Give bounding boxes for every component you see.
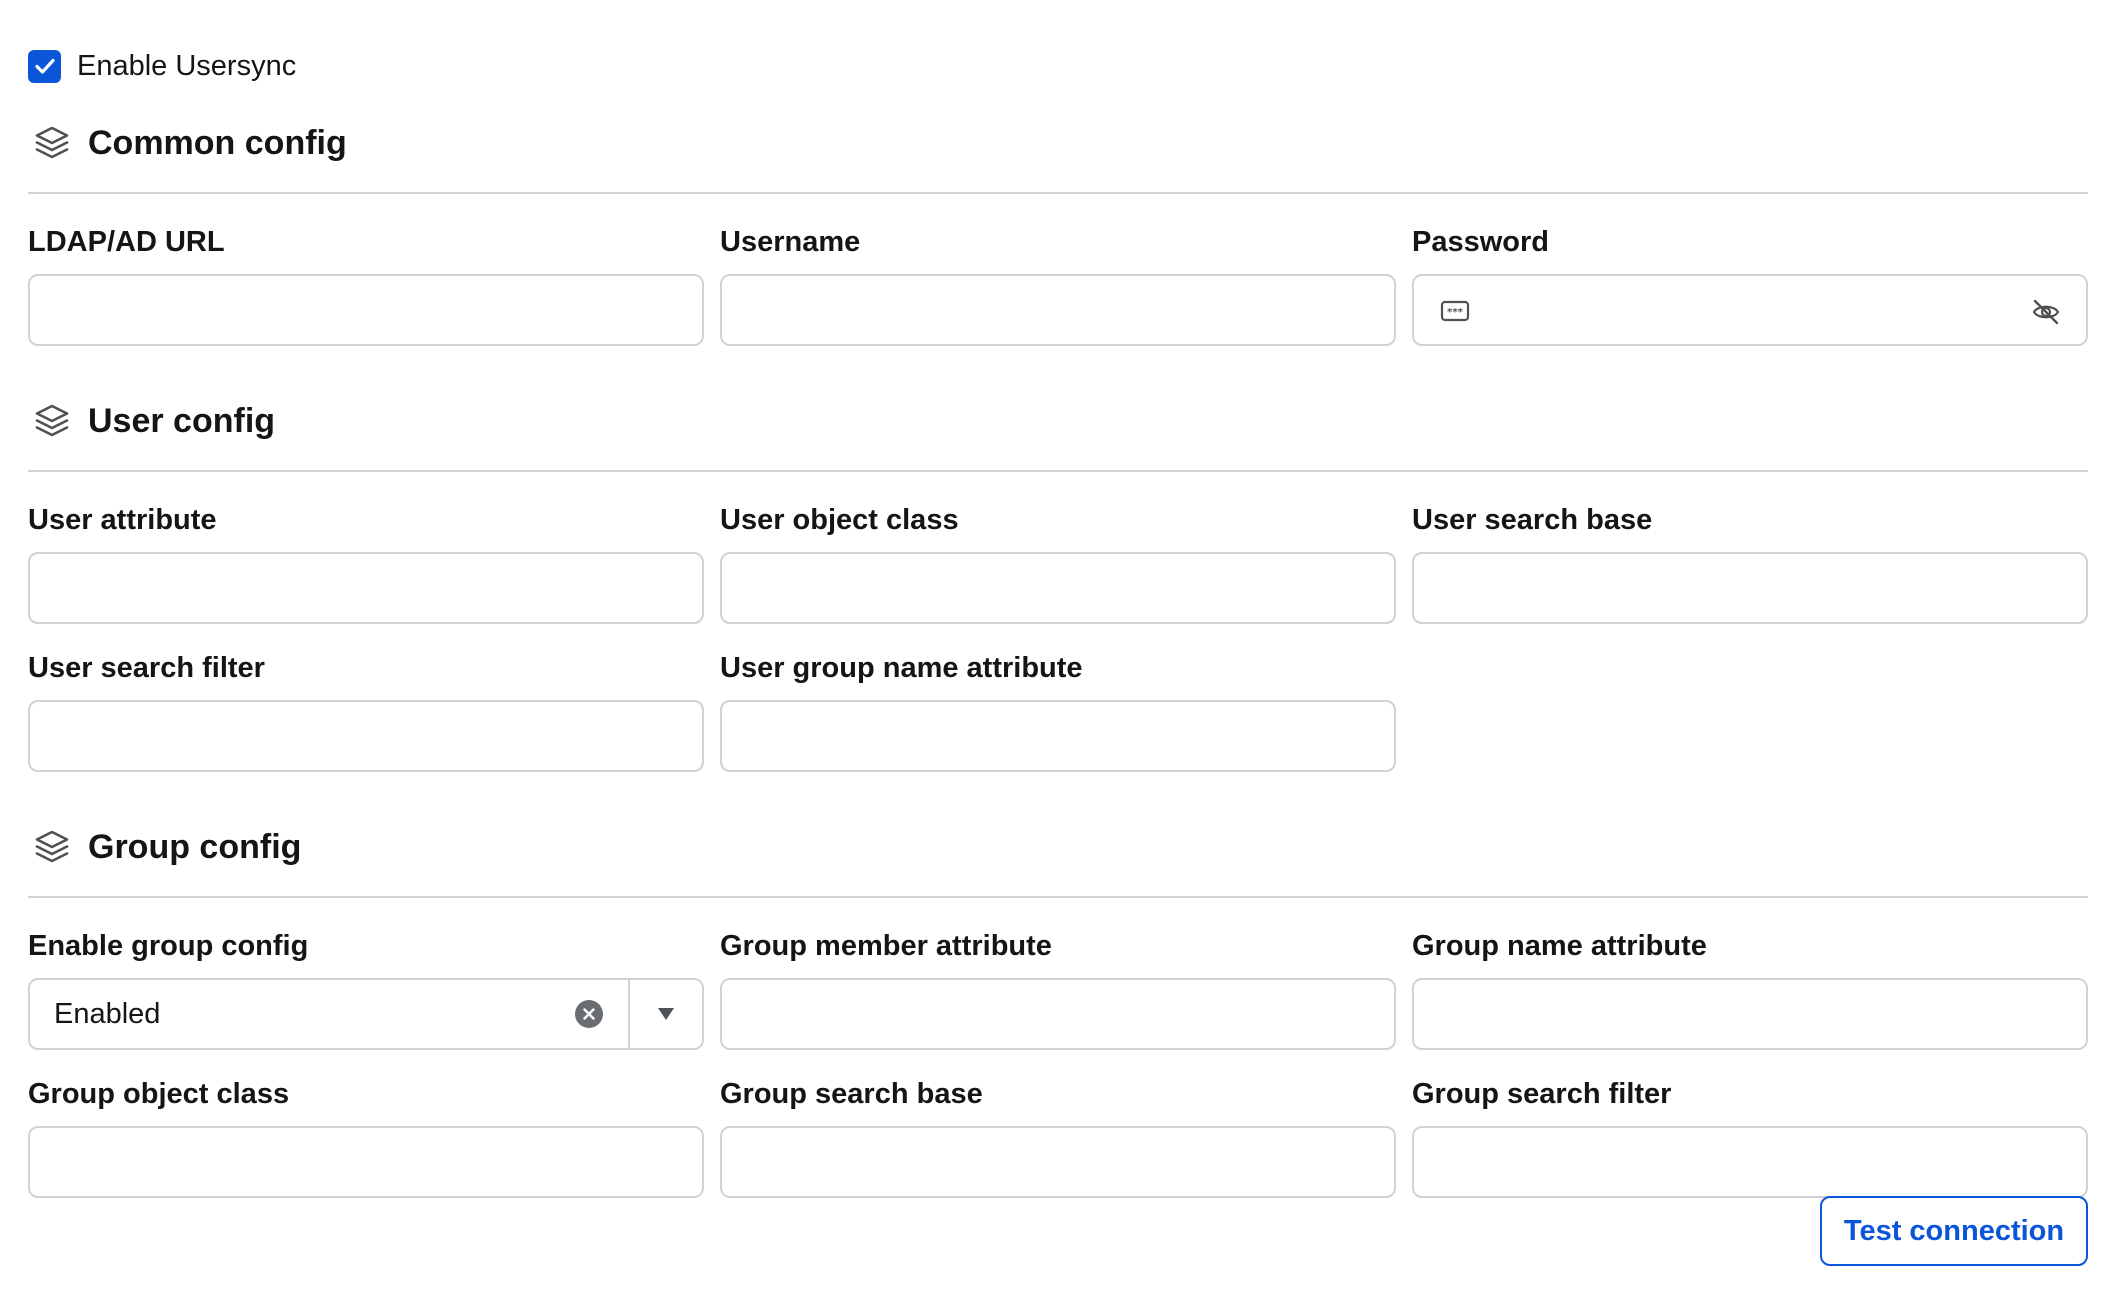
user-object-class-input-wrap [720, 552, 1396, 624]
svg-text:***: *** [1447, 307, 1463, 318]
user-object-class-label: User object class [720, 504, 959, 536]
group-search-filter-field: Group search filter [1412, 1074, 2088, 1198]
ldap-url-input[interactable] [30, 276, 702, 344]
user-group-name-attribute-field: User group name attribute [720, 648, 1396, 772]
username-input-wrap [720, 274, 1396, 346]
group-member-attribute-label: Group member attribute [720, 930, 1052, 962]
common-config-divider [28, 192, 2088, 194]
user-object-class-field: User object class [720, 500, 1396, 624]
enable-usersync-label: Enable Usersync [77, 49, 297, 82]
group-member-attribute-field: Group member attribute [720, 926, 1396, 1050]
enable-usersync-checkbox[interactable] [28, 49, 61, 83]
group-search-base-field: Group search base [720, 1074, 1396, 1198]
group-search-base-input[interactable] [722, 1128, 1394, 1196]
user-config-divider [28, 470, 2088, 472]
group-search-filter-input-wrap [1412, 1126, 2088, 1198]
username-field: Username [720, 222, 1396, 346]
password-input[interactable] [1414, 276, 2086, 344]
group-config-title: Group config [88, 827, 302, 866]
clear-circle-icon[interactable] [574, 999, 604, 1029]
enable-group-config-label: Enable group config [28, 930, 309, 962]
group-search-filter-label: Group search filter [1412, 1078, 1672, 1110]
enable-usersync-row[interactable]: Enable Usersync [28, 48, 2088, 84]
user-attribute-input[interactable] [30, 554, 702, 622]
user-group-name-attribute-input[interactable] [722, 702, 1394, 770]
group-name-attribute-field: Group name attribute [1412, 926, 2088, 1050]
ldap-url-field: LDAP/AD URL [28, 222, 704, 346]
user-config-title: User config [88, 401, 276, 440]
group-member-attribute-input[interactable] [722, 980, 1394, 1048]
enable-group-config-field: Enable group config Enabled [28, 926, 704, 1050]
group-name-attribute-input-wrap [1412, 978, 2088, 1050]
group-config-row-2: Group object class Group search base Gro… [28, 1074, 2088, 1198]
user-search-base-input-wrap [1412, 552, 2088, 624]
user-search-filter-label: User search filter [28, 652, 265, 684]
layers-icon [35, 126, 69, 159]
group-search-filter-input[interactable] [1414, 1128, 2086, 1196]
ldap-url-input-wrap [28, 274, 704, 346]
group-search-base-label: Group search base [720, 1078, 983, 1110]
eye-slash-icon[interactable] [2030, 296, 2062, 328]
usersync-form: Enable Usersync Common config LDAP/AD UR… [28, 48, 2088, 1266]
user-attribute-label: User attribute [28, 504, 217, 536]
group-member-attribute-input-wrap [720, 978, 1396, 1050]
user-search-filter-field: User search filter [28, 648, 704, 772]
user-search-base-label: User search base [1412, 504, 1653, 536]
ldap-url-label: LDAP/AD URL [28, 226, 225, 258]
section-group-config: Group config [28, 822, 2088, 872]
user-search-filter-input[interactable] [30, 702, 702, 770]
group-config-divider [28, 896, 2088, 898]
group-object-class-field: Group object class [28, 1074, 704, 1198]
user-attribute-input-wrap [28, 552, 704, 624]
check-icon [34, 58, 55, 74]
password-field: Password *** [1412, 222, 2088, 346]
section-common-config: Common config [28, 118, 2088, 168]
user-group-name-attribute-label: User group name attribute [720, 652, 1083, 684]
group-name-attribute-input[interactable] [1414, 980, 2086, 1048]
group-config-row-1: Enable group config Enabled Group member… [28, 926, 2088, 1050]
user-search-base-input[interactable] [1414, 554, 2086, 622]
group-object-class-input[interactable] [30, 1128, 702, 1196]
common-config-row: LDAP/AD URL Username Password *** [28, 222, 2088, 346]
test-connection-button[interactable]: Test connection [1820, 1196, 2088, 1266]
password-dots-icon: *** [1440, 300, 1470, 322]
username-input[interactable] [722, 276, 1394, 344]
layers-icon [35, 830, 69, 863]
user-group-name-attribute-input-wrap [720, 700, 1396, 772]
layers-icon [35, 404, 69, 437]
user-attribute-field: User attribute [28, 500, 704, 624]
user-config-row-1: User attribute User object class User se… [28, 500, 2088, 624]
group-name-attribute-label: Group name attribute [1412, 930, 1707, 962]
username-label: Username [720, 226, 861, 258]
user-object-class-input[interactable] [722, 554, 1394, 622]
group-object-class-label: Group object class [28, 1078, 290, 1110]
user-search-base-field: User search base [1412, 500, 2088, 624]
group-search-base-input-wrap [720, 1126, 1396, 1198]
password-input-wrap: *** [1412, 274, 2088, 346]
user-search-filter-input-wrap [28, 700, 704, 772]
section-user-config: User config [28, 396, 2088, 446]
enable-group-config-toggle[interactable] [628, 980, 702, 1048]
enable-group-config-value: Enabled [54, 997, 161, 1030]
common-config-title: Common config [88, 123, 347, 162]
enable-group-config-select[interactable]: Enabled [28, 978, 704, 1050]
group-object-class-input-wrap [28, 1126, 704, 1198]
caret-down-icon [658, 1008, 674, 1020]
user-config-row-2: User search filter User group name attri… [28, 648, 2088, 772]
usersync-settings-page: Enable Usersync Common config LDAP/AD UR… [0, 0, 2116, 1296]
password-label: Password [1412, 226, 1549, 258]
